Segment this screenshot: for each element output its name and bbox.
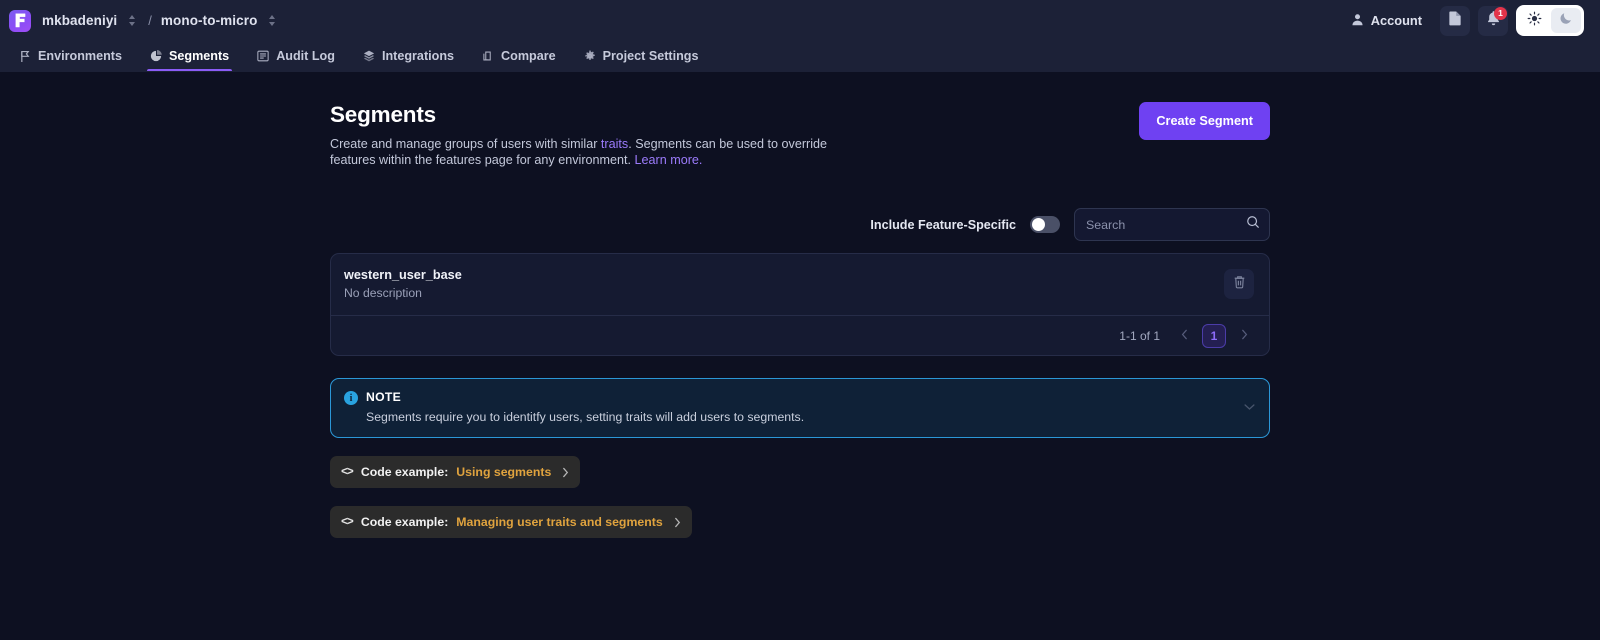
- include-feature-specific-toggle[interactable]: [1030, 216, 1060, 233]
- pagination-next-button[interactable]: [1232, 324, 1256, 348]
- account-button[interactable]: Account: [1341, 7, 1432, 35]
- pagination-page-1[interactable]: 1: [1202, 323, 1226, 348]
- gear-icon: [584, 50, 596, 62]
- organisation-selector-chevron-icon[interactable]: [125, 11, 139, 31]
- segment-description: No description: [344, 286, 422, 300]
- delete-segment-button[interactable]: [1224, 269, 1254, 299]
- project-selector-chevron-icon[interactable]: [265, 11, 279, 31]
- chevron-down-icon[interactable]: [1234, 398, 1255, 416]
- page-header: Segments Create and manage groups of use…: [330, 102, 1270, 168]
- code-example-title: Managing user traits and segments: [456, 515, 663, 529]
- theme-toggle[interactable]: [1516, 5, 1584, 36]
- breadcrumb-project[interactable]: mono-to-micro: [161, 13, 258, 28]
- chevron-right-icon: [1241, 329, 1248, 343]
- segments-panel: western_user_base No description 1-1 of …: [330, 253, 1270, 356]
- info-icon: i: [344, 391, 358, 405]
- theme-light-option[interactable]: [1519, 8, 1549, 33]
- page-body: Segments Create and manage groups of use…: [0, 72, 1600, 640]
- account-label: Account: [1370, 13, 1422, 28]
- traits-link[interactable]: traits: [601, 137, 628, 151]
- chevron-right-icon: [674, 517, 681, 528]
- moon-icon: [1559, 11, 1573, 30]
- note-body: Segments require you to identitfy users,…: [366, 410, 805, 424]
- pagination-count: 1-1 of 1: [1119, 328, 1160, 343]
- note-text: NOTE Segments require you to identitfy u…: [366, 390, 804, 424]
- notifications-button[interactable]: 1: [1478, 5, 1508, 36]
- code-example-managing-user-traits[interactable]: <> Code example: Managing user traits an…: [330, 506, 692, 538]
- page-subtitle: Create and manage groups of users with s…: [330, 137, 870, 168]
- code-example-prefix: Code example:: [360, 465, 449, 479]
- sun-icon: [1527, 11, 1542, 31]
- search-box[interactable]: [1074, 208, 1270, 241]
- code-brackets-icon: <>: [341, 515, 354, 529]
- trash-icon: [1233, 275, 1246, 294]
- pagination-prev-button[interactable]: [1172, 324, 1196, 348]
- notification-badge: 1: [1494, 6, 1507, 20]
- user-icon: [1351, 13, 1364, 29]
- nav-tab-audit-log[interactable]: Audit Log: [243, 41, 349, 71]
- page-title: Segments: [330, 102, 436, 127]
- create-segment-button[interactable]: Create Segment: [1139, 102, 1270, 140]
- nav-tab-label: Compare: [501, 49, 556, 63]
- subtitle-text-1: Create and manage groups of users with s…: [330, 137, 601, 151]
- breadcrumb-organisation[interactable]: mkbadeniyi: [42, 13, 117, 28]
- nav-tab-label: Integrations: [381, 49, 455, 63]
- list-icon: [257, 50, 269, 62]
- nav-tab-project-settings[interactable]: Project Settings: [570, 41, 713, 71]
- page-header-text: Segments Create and manage groups of use…: [330, 102, 870, 168]
- docs-button[interactable]: [1440, 5, 1470, 36]
- segment-info: western_user_base No description: [344, 268, 462, 300]
- code-example-title: Using segments: [456, 465, 552, 479]
- nav-tab-label: Environments: [38, 49, 122, 63]
- top-bar-actions: Account 1: [1341, 5, 1592, 36]
- toggle-knob: [1032, 218, 1045, 231]
- pagination: 1-1 of 1 1: [331, 315, 1269, 355]
- include-feature-specific-label: Include Feature-Specific: [870, 217, 1016, 232]
- search-icon[interactable]: [1246, 215, 1260, 234]
- code-example-row-2: <> Code example: Managing user traits an…: [330, 488, 1270, 538]
- code-example-prefix: Code example:: [360, 515, 449, 529]
- document-icon: [1448, 10, 1462, 31]
- compare-icon: [482, 50, 494, 62]
- nav-tab-compare[interactable]: Compare: [468, 41, 570, 71]
- chevron-right-icon: [562, 467, 569, 478]
- filters-row: Include Feature-Specific: [330, 208, 1270, 241]
- code-brackets-icon: <>: [341, 465, 354, 479]
- chevron-left-icon: [1181, 329, 1188, 343]
- nav-tab-segments[interactable]: Segments: [136, 41, 243, 71]
- flagsmith-logo-icon[interactable]: [9, 9, 31, 32]
- content-container: Segments Create and manage groups of use…: [330, 102, 1270, 538]
- note-title: NOTE: [366, 390, 402, 404]
- segment-list-item[interactable]: western_user_base No description: [331, 254, 1269, 315]
- nav-tab-environments[interactable]: Environments: [6, 41, 136, 71]
- code-example-using-segments[interactable]: <> Code example: Using segments: [330, 456, 581, 488]
- note-callout[interactable]: i NOTE Segments require you to identitfy…: [330, 378, 1270, 438]
- theme-dark-option[interactable]: [1551, 8, 1581, 33]
- pie-chart-icon: [150, 50, 162, 62]
- breadcrumb-separator: /: [148, 13, 152, 28]
- top-bar: mkbadeniyi / mono-to-micro Account 1: [0, 0, 1600, 41]
- nav-tab-label: Segments: [168, 49, 230, 63]
- nav-tab-integrations[interactable]: Integrations: [349, 41, 468, 71]
- flag-icon: [20, 50, 31, 63]
- nav-tab-label: Audit Log: [276, 49, 335, 63]
- nav-tab-label: Project Settings: [602, 49, 699, 63]
- code-example-row-1: <> Code example: Using segments: [330, 438, 1270, 488]
- segment-name: western_user_base: [344, 268, 462, 282]
- layers-icon: [363, 50, 375, 62]
- learn-more-link[interactable]: Learn more.: [635, 153, 703, 167]
- search-input[interactable]: [1086, 217, 1246, 232]
- project-nav: Environments Segments Audit Log Integrat…: [0, 41, 1600, 72]
